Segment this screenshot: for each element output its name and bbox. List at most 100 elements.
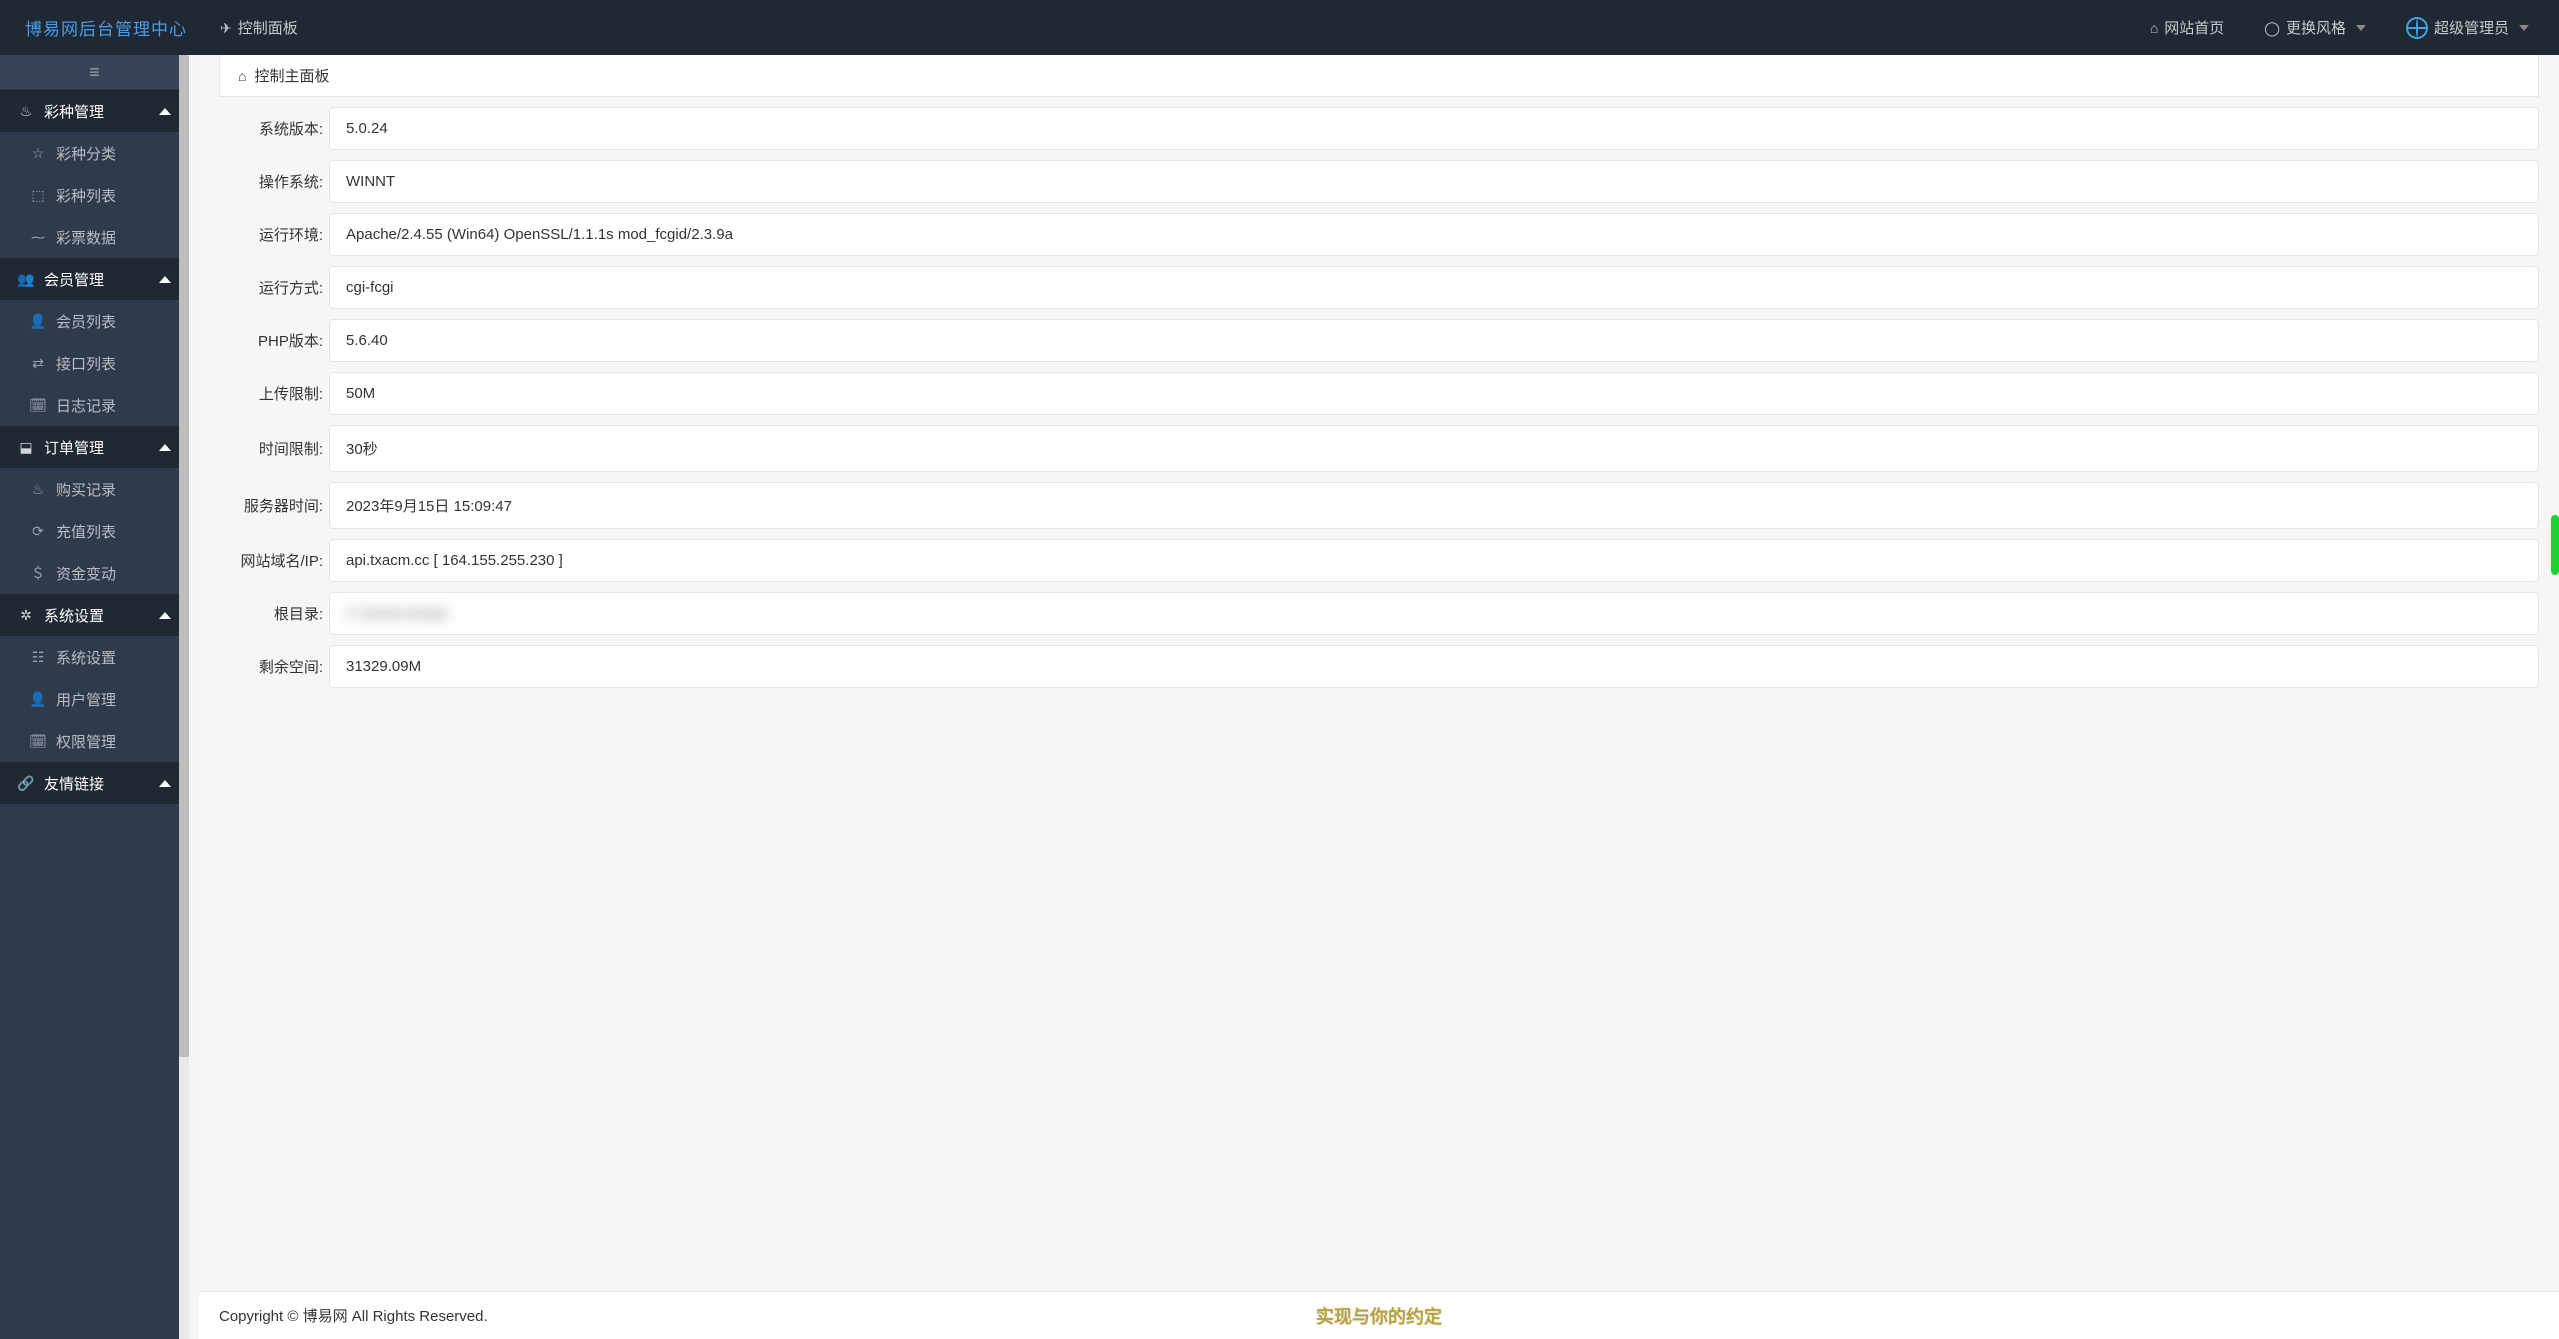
sidebar-group-header[interactable]: ♨ 彩种管理 — [0, 90, 189, 132]
info-value: Apache/2.4.55 (Win64) OpenSSL/1.1.1s mod… — [329, 213, 2539, 256]
info-label: 服务器时间: — [219, 495, 329, 516]
flame-icon: ♨ — [30, 482, 46, 496]
menu-icon: ≡ — [89, 62, 100, 83]
info-row: 服务器时间:2023年9月15日 15:09:47 — [219, 482, 2539, 529]
sidebar-item[interactable]: ☆ 彩种分类 — [0, 132, 189, 174]
brand-title[interactable]: 博易网后台管理中心 — [0, 15, 200, 40]
sidebar-item-label: 充值列表 — [56, 521, 116, 542]
info-value: 5.6.40 — [329, 319, 2539, 362]
sidebar-group-label: 彩种管理 — [44, 101, 104, 122]
info-label: 时间限制: — [219, 438, 329, 459]
info-label: 根目录: — [219, 603, 329, 624]
sidebar-item[interactable]: 👤 用户管理 — [0, 678, 189, 720]
info-value: WINNT — [329, 160, 2539, 203]
info-value: C:\wwwroot\api — [329, 592, 2539, 635]
info-value: cgi-fcgi — [329, 266, 2539, 309]
chevron-down-icon — [2519, 25, 2529, 31]
sidebar-item[interactable]: ⁓ 彩票数据 — [0, 216, 189, 258]
sidebar-item-label: 日志记录 — [56, 395, 116, 416]
info-label: 上传限制: — [219, 383, 329, 404]
sidebar-item-label: 购买记录 — [56, 479, 116, 500]
refresh-icon: ◯ — [2264, 21, 2280, 35]
tab-control-panel[interactable]: ✈ 控制面板 — [200, 17, 318, 38]
info-row: 根目录:C:\wwwroot\api — [219, 592, 2539, 635]
info-row: PHP版本:5.6.40 — [219, 319, 2539, 362]
main-panel: ⌂ 控制主面板 系统版本:5.0.24操作系统:WINNT运行环境:Apache… — [199, 55, 2559, 1339]
calendar-icon: 🗓 — [30, 734, 46, 748]
sidebar-group-label: 友情链接 — [44, 773, 104, 794]
info-row: 上传限制:50M — [219, 372, 2539, 415]
sliders-icon: ☷ — [30, 650, 46, 664]
chevron-down-icon — [2356, 25, 2366, 31]
info-row: 运行环境:Apache/2.4.55 (Win64) OpenSSL/1.1.1… — [219, 213, 2539, 256]
sidebar-collapse-button[interactable]: ≡ — [0, 55, 189, 90]
sidebar-group-header[interactable]: 👥 会员管理 — [0, 258, 189, 300]
nav-home[interactable]: ⌂ 网站首页 — [2150, 17, 2224, 38]
link-icon: ⇄ — [30, 356, 46, 370]
footer-copyright: Copyright © 博易网 All Rights Reserved. — [219, 1305, 488, 1326]
info-label: 网站域名/IP: — [219, 550, 329, 571]
sidebar-group-header[interactable]: ⬓订单管理 — [0, 426, 189, 468]
nav-user-menu[interactable]: 超级管理员 — [2406, 17, 2529, 39]
nav-home-label: 网站首页 — [2164, 17, 2224, 38]
panel-title: 控制主面板 — [254, 65, 329, 86]
info-label: 运行方式: — [219, 277, 329, 298]
info-label: 系统版本: — [219, 118, 329, 139]
info-row: 剩余空间:31329.09M — [219, 645, 2539, 688]
nav-user-label: 超级管理员 — [2434, 17, 2509, 38]
sidebar-item-label: 彩种列表 — [56, 185, 116, 206]
sidebar-group-header[interactable]: 🔗友情链接 — [0, 762, 189, 804]
page-scrollbar-thumb[interactable] — [2551, 515, 2559, 575]
sidebar-item-label: 系统设置 — [56, 647, 116, 668]
sidebar-scrollbar-thumb[interactable] — [179, 55, 189, 1057]
sidebar-item-label: 权限管理 — [56, 731, 116, 752]
sidebar-item-label: 彩票数据 — [56, 227, 116, 248]
sidebar-item-label: 资金变动 — [56, 563, 116, 584]
star-icon: ☆ — [30, 146, 46, 160]
sidebar-item-label: 会员列表 — [56, 311, 116, 332]
nav-theme[interactable]: ◯ 更换风格 — [2264, 17, 2366, 38]
chevron-up-icon — [159, 612, 171, 619]
globe-icon — [2406, 17, 2428, 39]
sidebar-item[interactable]: ⬚彩种列表 — [0, 174, 189, 216]
box-icon: ⬓ — [18, 440, 34, 454]
info-value: 2023年9月15日 15:09:47 — [329, 482, 2539, 529]
chevron-up-icon — [159, 108, 171, 115]
sidebar-item[interactable]: ☷ 系统设置 — [0, 636, 189, 678]
sidebar-item[interactable]: 👤 会员列表 — [0, 300, 189, 342]
info-row: 运行方式:cgi-fcgi — [219, 266, 2539, 309]
flame-icon: ♨ — [18, 104, 34, 118]
info-label: 运行环境: — [219, 224, 329, 245]
info-label: 剩余空间: — [219, 656, 329, 677]
sidebar-item[interactable]: ⟳充值列表 — [0, 510, 189, 552]
sidebar-item-label: 用户管理 — [56, 689, 116, 710]
sidebar-item[interactable]: ♨ 购买记录 — [0, 468, 189, 510]
info-value: api.txacm.cc [ 164.155.255.230 ] — [329, 539, 2539, 582]
info-row: 时间限制:30秒 — [219, 425, 2539, 472]
sidebar-group-header[interactable]: ✲系统设置 — [0, 594, 189, 636]
person-icon: 👤 — [30, 692, 46, 706]
sidebar-item[interactable]: ＄资金变动 — [0, 552, 189, 594]
home-icon: ⌂ — [238, 69, 246, 83]
footer-slogan: 实现与你的约定 — [1316, 1303, 1442, 1329]
chevron-up-icon — [159, 780, 171, 787]
sidebar-group-label: 会员管理 — [44, 269, 104, 290]
topbar-right: ⌂ 网站首页 ◯ 更换风格 超级管理员 — [2150, 17, 2559, 39]
info-value: 30秒 — [329, 425, 2539, 472]
info-row: 系统版本:5.0.24 — [219, 107, 2539, 150]
person-icon: 👤 — [30, 314, 46, 328]
info-list: 系统版本:5.0.24操作系统:WINNT运行环境:Apache/2.4.55 … — [219, 107, 2539, 688]
users-icon: 👥 — [18, 272, 34, 286]
sidebar-item[interactable]: ⇄ 接口列表 — [0, 342, 189, 384]
sidebar-item[interactable]: 🗓 权限管理 — [0, 720, 189, 762]
info-row: 操作系统:WINNT — [219, 160, 2539, 203]
info-label: 操作系统: — [219, 171, 329, 192]
sidebar-item-label: 彩种分类 — [56, 143, 116, 164]
sidebar: ≡ ♨彩种管理☆彩种分类⬚彩种列表⁓彩票数据👥会员管理👤会员列表⇄接口列表🗓日志… — [0, 55, 189, 1339]
sidebar-item[interactable]: 🗓日志记录 — [0, 384, 189, 426]
sidebar-group-label: 系统设置 — [44, 605, 104, 626]
sidebar-item-label: 接口列表 — [56, 353, 116, 374]
pulse-icon: ⁓ — [30, 230, 46, 244]
nav-theme-label: 更换风格 — [2286, 17, 2346, 38]
panel-header: ⌂ 控制主面板 — [219, 55, 2539, 97]
